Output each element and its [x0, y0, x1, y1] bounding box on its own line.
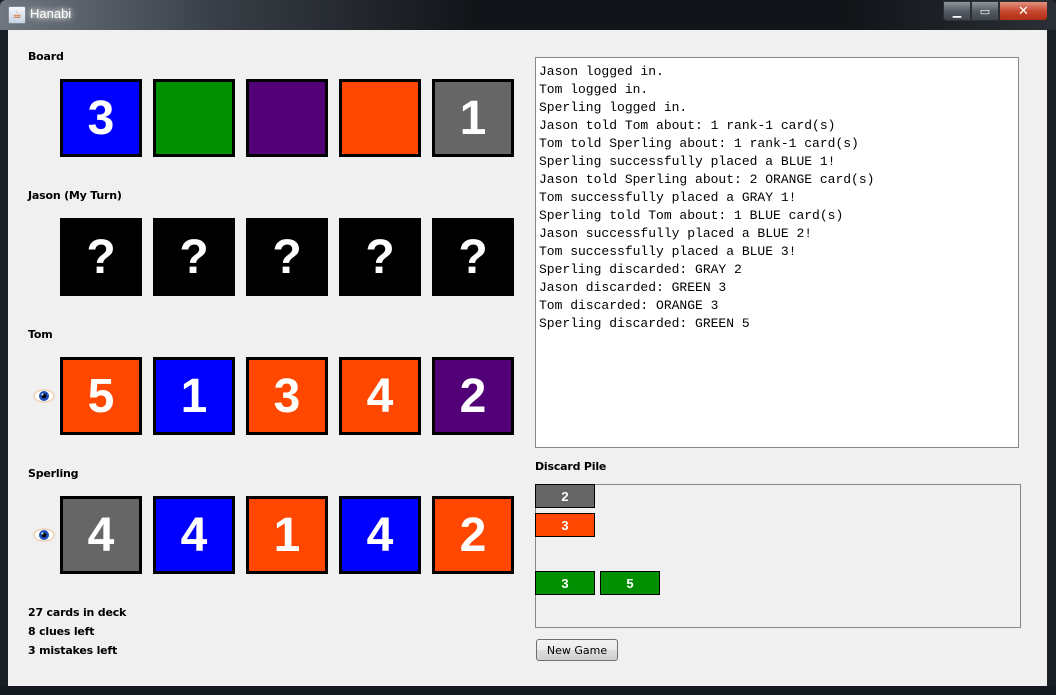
card-rank: ? — [179, 230, 209, 284]
sperling-hand-card[interactable]: 4 — [339, 496, 421, 574]
log-line: Tom logged in. — [539, 82, 649, 97]
jason-hand-card[interactable]: ? — [153, 218, 235, 296]
tom-hand-card[interactable]: 5 — [60, 357, 142, 435]
card-rank: 2 — [459, 508, 487, 562]
log-line: Jason discarded: GREEN 3 — [539, 280, 727, 295]
board-card-green[interactable] — [153, 79, 235, 157]
discarded-card-orange: 3 — [535, 513, 595, 537]
minimize-icon: ▁ — [952, 4, 962, 18]
card-rank: 4 — [366, 369, 394, 423]
board-card-gray[interactable]: 1 — [432, 79, 514, 157]
card-rank: 2 — [459, 369, 487, 423]
card-rank: 1 — [180, 369, 208, 423]
card-rank: 3 — [87, 91, 115, 145]
minimize-button[interactable]: ▁ — [943, 1, 971, 21]
card-rank: ? — [365, 230, 395, 284]
jason-hand-card[interactable]: ? — [246, 218, 328, 296]
card-rank: ? — [458, 230, 488, 284]
card-rank: ? — [86, 230, 116, 284]
maximize-button[interactable]: ▭ — [971, 1, 999, 21]
clues-left: 8 clues left — [28, 625, 95, 638]
close-icon: ✕ — [1018, 3, 1029, 19]
jason-hand-card[interactable]: ? — [60, 218, 142, 296]
board-card-orange[interactable] — [339, 79, 421, 157]
log-line: Sperling told Tom about: 1 BLUE card(s) — [539, 208, 844, 223]
title-bar[interactable]: ☕ Hanabi ▁ ▭ ✕ — [0, 0, 1056, 30]
tom-hand-card[interactable]: 3 — [246, 357, 328, 435]
player-label-sperling: Sperling — [28, 467, 79, 480]
board-label: Board — [28, 50, 64, 63]
eye-icon — [33, 388, 55, 403]
discarded-card-green: 3 — [535, 571, 595, 595]
log-line: Tom told Sperling about: 1 rank-1 card(s… — [539, 136, 859, 151]
maximize-icon: ▭ — [979, 4, 991, 18]
sperling-hand-card[interactable]: 4 — [60, 496, 142, 574]
discarded-card-gray: 2 — [535, 484, 595, 508]
jason-hand-card[interactable]: ? — [432, 218, 514, 296]
sperling-hand-card[interactable]: 2 — [432, 496, 514, 574]
tom-hand-card[interactable]: 4 — [339, 357, 421, 435]
card-rank: 4 — [366, 508, 394, 562]
mistakes-left: 3 mistakes left — [28, 644, 118, 657]
window-frame-bottom — [0, 686, 1056, 695]
card-rank: ? — [272, 230, 302, 284]
log-line: Tom successfully placed a BLUE 3! — [539, 244, 797, 259]
deck-count: 27 cards in deck — [28, 606, 127, 619]
log-line: Tom successfully placed a GRAY 1! — [539, 190, 797, 205]
player-label-tom: Tom — [28, 328, 53, 341]
eye-icon — [33, 527, 55, 542]
new-game-button[interactable]: New Game — [536, 639, 618, 661]
board-card-blue[interactable]: 3 — [60, 79, 142, 157]
log-line: Sperling successfully placed a BLUE 1! — [539, 154, 836, 169]
log-line: Jason logged in. — [539, 64, 664, 79]
card-rank: 4 — [87, 508, 115, 562]
java-app-icon: ☕ — [8, 6, 26, 24]
sperling-hand-card[interactable]: 4 — [153, 496, 235, 574]
close-button[interactable]: ✕ — [999, 1, 1048, 21]
log-line: Jason successfully placed a BLUE 2! — [539, 226, 813, 241]
card-rank: 1 — [273, 508, 301, 562]
tom-hand-card[interactable]: 2 — [432, 357, 514, 435]
log-line: Sperling discarded: GRAY 2 — [539, 262, 742, 277]
card-rank: 4 — [180, 508, 208, 562]
board-card-purple[interactable] — [246, 79, 328, 157]
log-line: Sperling discarded: GREEN 5 — [539, 316, 750, 331]
card-rank: 1 — [459, 91, 487, 145]
log-line: Sperling logged in. — [539, 100, 688, 115]
window-title: Hanabi — [30, 6, 72, 21]
player-label-jason: Jason (My Turn) — [28, 189, 122, 202]
discard-pile-label: Discard Pile — [535, 460, 607, 473]
game-log[interactable]: Jason logged in. Tom logged in. Sperling l… — [535, 57, 1019, 448]
sperling-hand-card[interactable]: 1 — [246, 496, 328, 574]
jason-hand-card[interactable]: ? — [339, 218, 421, 296]
card-rank: 5 — [87, 369, 115, 423]
discarded-card-green: 5 — [600, 571, 660, 595]
log-line: Tom discarded: ORANGE 3 — [539, 298, 719, 313]
log-line: Jason told Tom about: 1 rank-1 card(s) — [539, 118, 836, 133]
tom-hand-card[interactable]: 1 — [153, 357, 235, 435]
discard-pile: 2335 — [535, 484, 1021, 628]
log-line: Jason told Sperling about: 2 ORANGE card… — [539, 172, 875, 187]
card-rank: 3 — [273, 369, 301, 423]
